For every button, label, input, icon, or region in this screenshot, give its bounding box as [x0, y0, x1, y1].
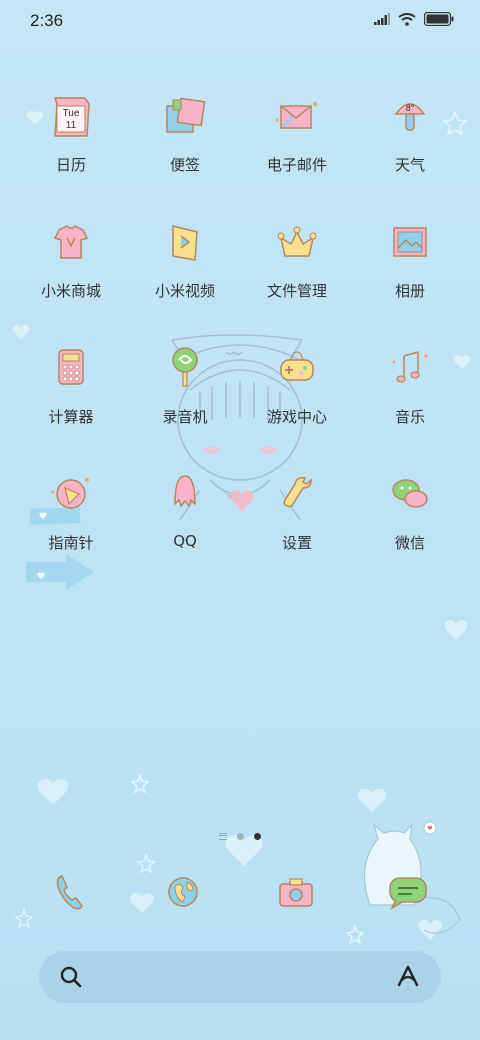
app-label: 天气 [394, 156, 425, 174]
notes-icon [166, 97, 206, 133]
gallery-icon [393, 227, 427, 257]
app-label: 指南针 [48, 534, 94, 552]
app-gallery[interactable]: 相册 [355, 216, 465, 326]
app-recorder[interactable]: 录音机 [130, 342, 240, 452]
calendar-date: 11 [66, 120, 77, 131]
app-mi-store[interactable]: 小米商城 [16, 216, 126, 326]
app-label: 电子邮件 [266, 156, 327, 174]
app-label: 文件管理 [266, 282, 327, 300]
compass-icon [51, 478, 89, 509]
app-label: 游戏中心 [266, 408, 327, 426]
game-center-icon [280, 351, 314, 381]
app-label: 微信 [394, 534, 425, 552]
recorder-icon [172, 347, 198, 387]
app-email[interactable]: 电子邮件 [242, 90, 352, 200]
app-label: 小米视频 [154, 282, 215, 300]
mi-store-icon [53, 225, 89, 259]
app-calendar[interactable]: Tue 11 日历 [16, 90, 126, 200]
app-label: QQ [173, 532, 197, 550]
calendar-day: Tue [63, 108, 80, 119]
calculator-icon [58, 349, 84, 385]
app-label: 设置 [281, 534, 312, 552]
wechat-icon [392, 479, 428, 508]
app-label: 便签 [169, 156, 200, 174]
music-icon [392, 351, 428, 383]
camera-icon[interactable] [270, 866, 322, 918]
qq-icon [174, 475, 196, 508]
app-file-manager[interactable]: 文件管理 [242, 216, 352, 326]
app-mi-video[interactable]: 小米视频 [130, 216, 240, 326]
app-weather[interactable]: 8° 天气 [355, 90, 465, 200]
app-music[interactable]: 音乐 [355, 342, 465, 452]
browser-icon[interactable] [157, 866, 209, 918]
calendar-icon: Tue 11 [53, 97, 90, 137]
weather-temp: 8° [406, 103, 415, 113]
app-label: 小米商城 [40, 282, 101, 300]
app-wechat[interactable]: 微信 [355, 468, 465, 578]
app-label: 计算器 [48, 408, 94, 426]
weather-icon: 8° [394, 103, 426, 131]
app-label: 相册 [394, 282, 425, 300]
app-notes[interactable]: 便签 [130, 90, 240, 200]
xiaoai-assistant-icon[interactable] [395, 964, 421, 990]
app-compass[interactable]: 指南针 [16, 468, 126, 578]
app-game-center[interactable]: 游戏中心 [242, 342, 352, 452]
app-label: 音乐 [394, 408, 425, 426]
app-label: 录音机 [162, 408, 208, 426]
search-icon[interactable] [59, 965, 83, 989]
settings-icon [283, 476, 312, 508]
phone-icon[interactable] [44, 866, 96, 918]
app-calculator[interactable]: 计算器 [16, 342, 126, 452]
file-manager-icon [277, 226, 317, 257]
minus-one-screen-indicator [219, 832, 227, 840]
app-qq[interactable]: QQ [130, 468, 240, 578]
page-dot [237, 832, 244, 840]
page-indicator[interactable] [0, 829, 480, 843]
search-bar[interactable] [39, 951, 441, 1003]
messages-icon[interactable] [384, 866, 436, 918]
app-label: 日历 [55, 156, 86, 174]
page-dot-active [254, 832, 261, 840]
mi-video-icon [172, 225, 198, 261]
dock [0, 866, 480, 926]
email-icon [275, 102, 317, 129]
app-settings[interactable]: 设置 [242, 468, 352, 578]
